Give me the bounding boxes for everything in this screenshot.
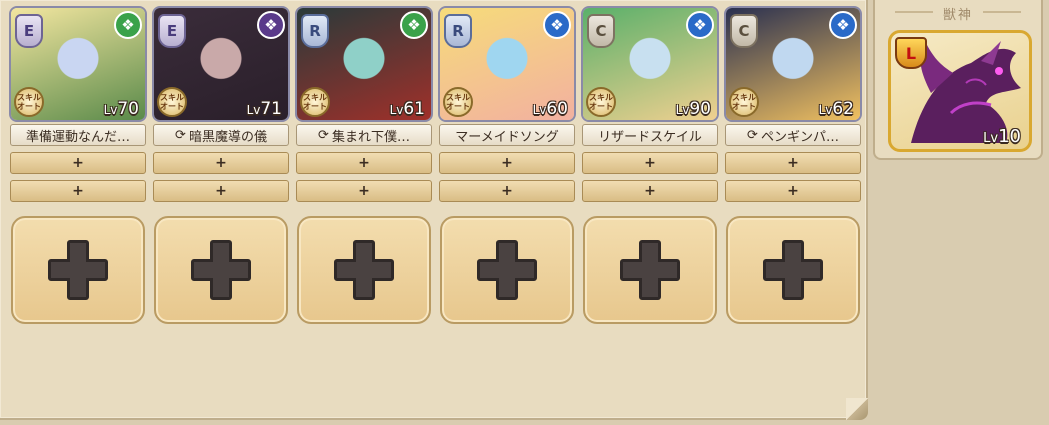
skill-auto-badge: スキル オート: [14, 87, 44, 117]
skill-auto-badge: スキル オート: [300, 87, 330, 117]
beast-panel-title: 獣神: [942, 8, 973, 23]
skill-name: マーメイドソング: [455, 129, 559, 145]
add-member-plus-icon: [48, 240, 108, 300]
plus-icon: +: [215, 155, 227, 171]
beast-card[interactable]: L Lv10: [888, 30, 1032, 152]
character-card[interactable]: E ❖ スキル オート Lv71: [152, 6, 290, 122]
beast-panel: 獣神 L Lv10: [873, 0, 1043, 160]
character-level: Lv60: [532, 99, 568, 119]
skill-auto-badge: スキル オート: [729, 87, 759, 117]
skill-name: 準備運動なんだ…: [25, 129, 130, 145]
skill-auto-badge: スキル オート: [443, 87, 473, 117]
character-card[interactable]: R ❖ スキル オート Lv61: [295, 6, 433, 122]
equip-slot-1[interactable]: +: [439, 152, 575, 174]
beast-level: Lv10: [983, 126, 1021, 147]
plus-icon: +: [215, 183, 227, 199]
empty-member-slot[interactable]: [11, 216, 145, 324]
add-member-plus-icon: [620, 240, 680, 300]
wind-icon: ❖: [400, 11, 428, 39]
empty-member-slot[interactable]: [440, 216, 574, 324]
equip-slot-1[interactable]: +: [582, 152, 718, 174]
empty-member-slot[interactable]: [726, 216, 860, 324]
plus-icon: +: [644, 155, 656, 171]
legend-rarity-badge: L: [895, 37, 927, 69]
equip-slot-2[interactable]: +: [153, 180, 289, 202]
equip-slot-2[interactable]: +: [725, 180, 861, 202]
equip-slot-1[interactable]: +: [296, 152, 432, 174]
plus-icon: +: [72, 183, 84, 199]
plus-icon: +: [358, 155, 370, 171]
plus-icon: +: [501, 183, 513, 199]
skill-name: 集まれ下僕…: [331, 129, 410, 145]
cycle-icon: ⟳: [318, 127, 329, 143]
equip-slot-1[interactable]: +: [725, 152, 861, 174]
character-level: Lv90: [675, 99, 711, 119]
skill-name-slot[interactable]: ⟳ 集まれ下僕…: [296, 124, 432, 146]
add-member-plus-icon: [763, 240, 823, 300]
character-card[interactable]: R ❖ スキル オート Lv60: [438, 6, 576, 122]
skill-name-slot[interactable]: ⟳ 暗黒魔導の儀: [153, 124, 289, 146]
character-card[interactable]: C ❖ スキル オート Lv62: [724, 6, 862, 122]
skill-auto-badge: スキル オート: [586, 87, 616, 117]
equip-slot-1[interactable]: +: [153, 152, 289, 174]
water-icon: ❖: [829, 11, 857, 39]
water-icon: ❖: [543, 11, 571, 39]
equip-slot-2[interactable]: +: [582, 180, 718, 202]
dark-icon: ❖: [257, 11, 285, 39]
add-member-plus-icon: [334, 240, 394, 300]
add-member-plus-icon: [191, 240, 251, 300]
rarity-badge: R: [444, 14, 472, 48]
page-curl-decoration: [846, 398, 868, 420]
equip-slot-2[interactable]: +: [10, 180, 146, 202]
equip-slot-2[interactable]: +: [296, 180, 432, 202]
empty-member-slot[interactable]: [154, 216, 288, 324]
add-member-plus-icon: [477, 240, 537, 300]
title-ornament-right: [983, 11, 1021, 13]
skill-name: ペンギンパ…: [760, 129, 839, 145]
character-level: Lv62: [818, 99, 854, 119]
plus-icon: +: [358, 183, 370, 199]
character-level: Lv71: [246, 99, 282, 119]
cycle-icon: ⟳: [747, 127, 758, 143]
rarity-badge: C: [587, 14, 615, 48]
character-card[interactable]: E ❖ スキル オート Lv70: [9, 6, 147, 122]
skill-name-slot[interactable]: ⟳ ペンギンパ…: [725, 124, 861, 146]
character-level: Lv61: [389, 99, 425, 119]
water-icon: ❖: [686, 11, 714, 39]
cycle-icon: ⟳: [175, 127, 186, 143]
equip-slot-1[interactable]: +: [10, 152, 146, 174]
plus-icon: +: [501, 155, 513, 171]
plus-icon: +: [787, 155, 799, 171]
skill-name-slot[interactable]: リザードスケイル: [582, 124, 718, 146]
rarity-badge: E: [15, 14, 43, 48]
rarity-badge: R: [301, 14, 329, 48]
skill-name: 暗黒魔導の儀: [188, 129, 267, 145]
plus-icon: +: [72, 155, 84, 171]
plus-icon: +: [787, 183, 799, 199]
plus-icon: +: [644, 183, 656, 199]
empty-member-slot[interactable]: [297, 216, 431, 324]
empty-member-slot[interactable]: [583, 216, 717, 324]
character-level: Lv70: [103, 99, 139, 119]
equip-slot-2[interactable]: +: [439, 180, 575, 202]
skill-name-slot[interactable]: 準備運動なんだ…: [10, 124, 146, 146]
wind-icon: ❖: [114, 11, 142, 39]
character-card[interactable]: C ❖ スキル オート Lv90: [581, 6, 719, 122]
skill-name-slot[interactable]: マーメイドソング: [439, 124, 575, 146]
rarity-badge: E: [158, 14, 186, 48]
rarity-badge: C: [730, 14, 758, 48]
skill-auto-badge: スキル オート: [157, 87, 187, 117]
skill-name: リザードスケイル: [598, 129, 702, 145]
